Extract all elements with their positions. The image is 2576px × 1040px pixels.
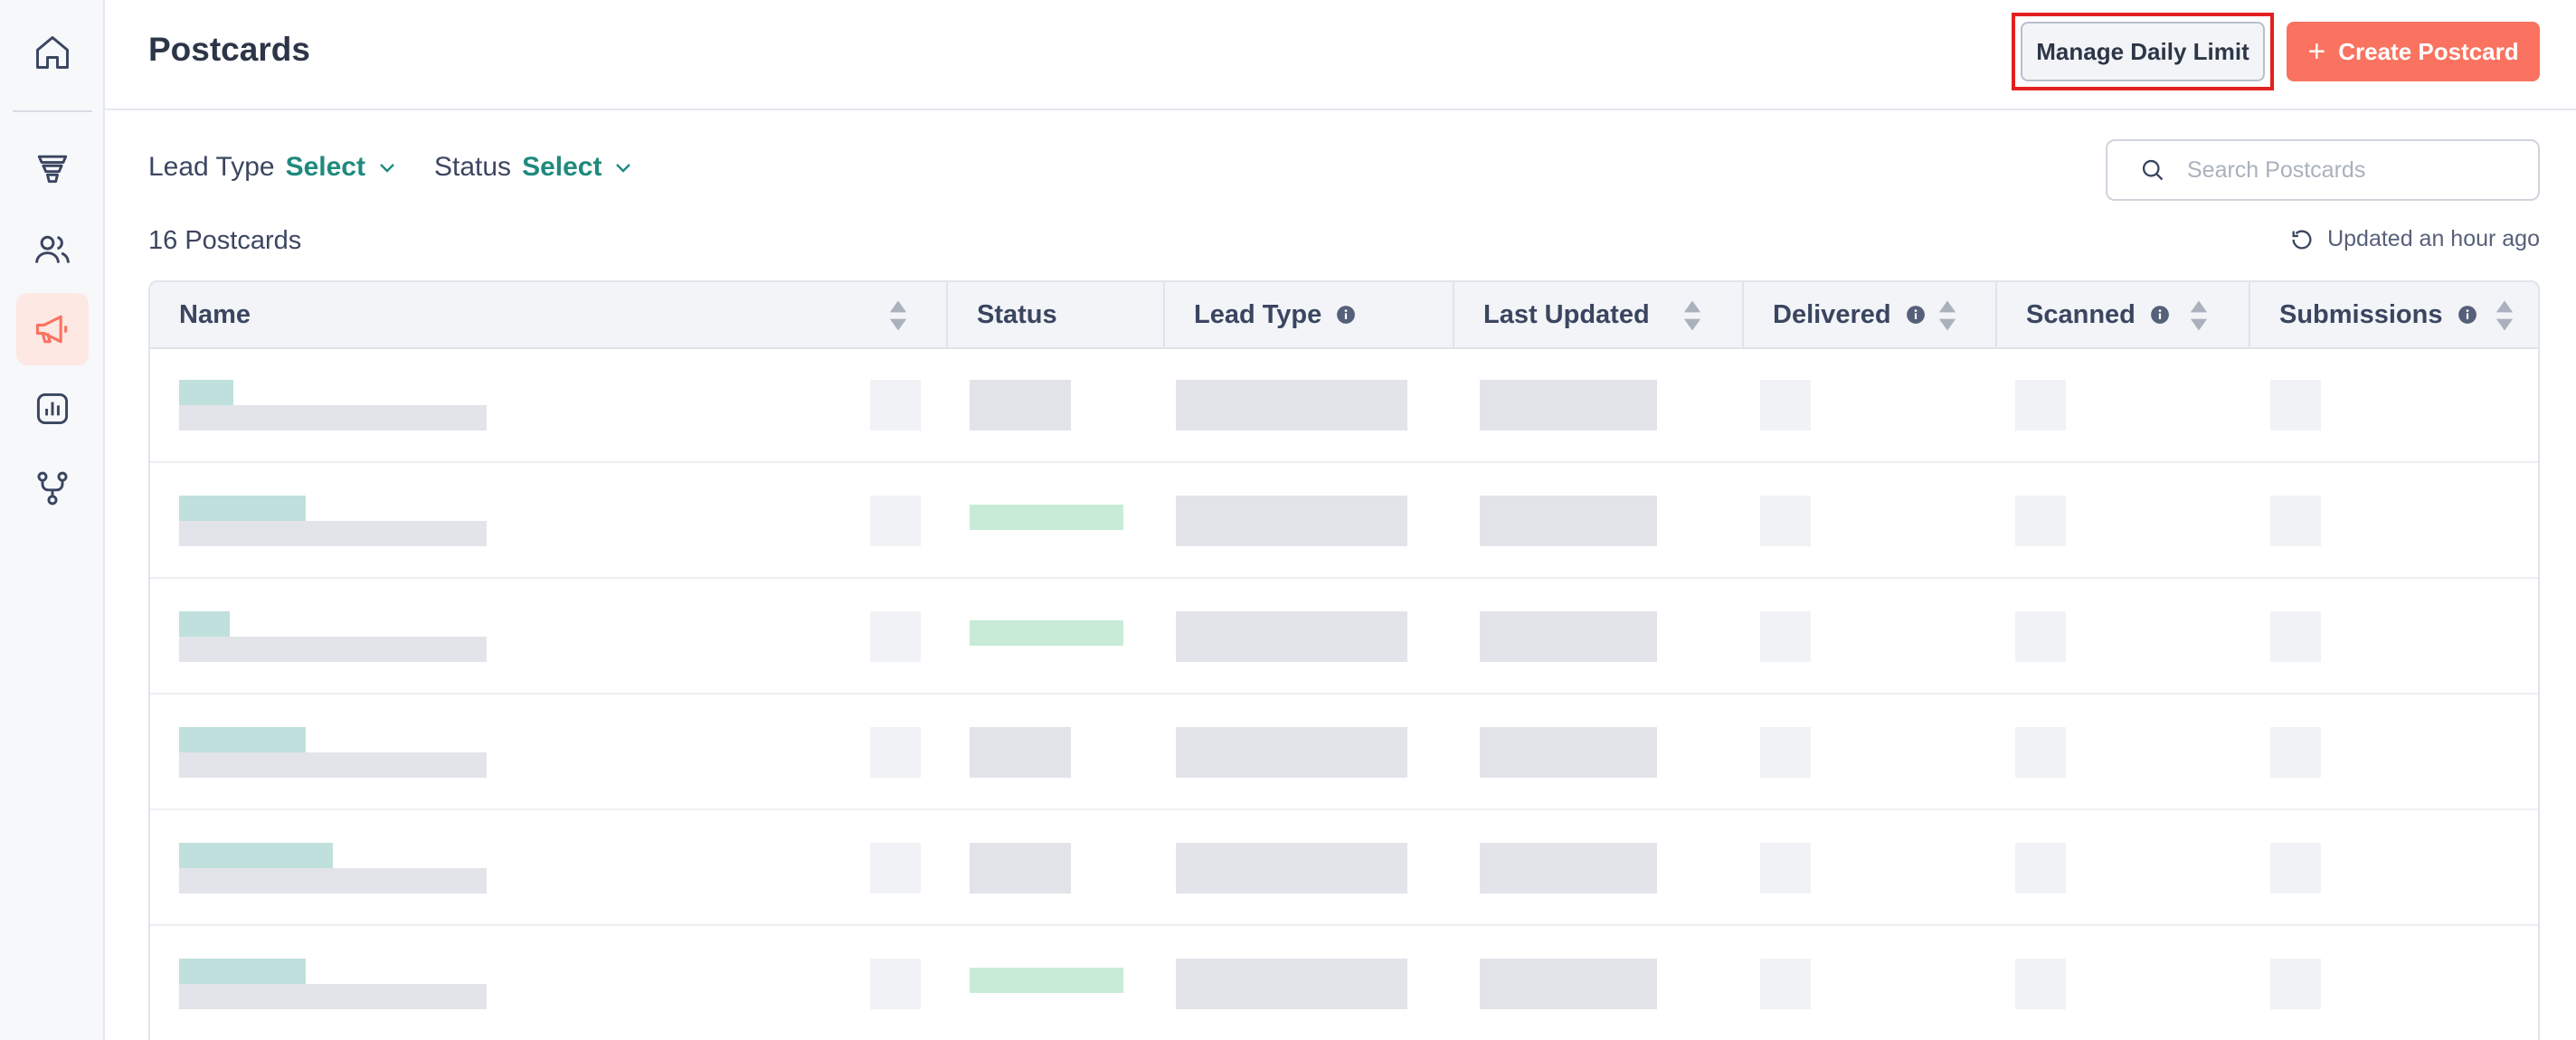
updated-text: Updated an hour ago <box>2327 226 2540 251</box>
page-title: Postcards <box>148 31 310 68</box>
table-row[interactable] <box>150 349 2538 463</box>
table-row[interactable] <box>150 812 2538 926</box>
funnel-icon <box>37 155 68 184</box>
search-input[interactable] <box>2187 156 2513 184</box>
create-postcard-label: Create Postcard <box>2338 37 2519 65</box>
info-icon[interactable] <box>1906 305 1926 325</box>
refresh-icon[interactable] <box>2289 227 2315 252</box>
search-icon <box>2142 159 2164 181</box>
status-filter-value: Select <box>522 152 602 182</box>
sidebar <box>0 0 105 1040</box>
sidebar-item-users[interactable] <box>16 213 89 286</box>
column-header-status[interactable]: Status <box>946 282 1163 347</box>
column-header-label: Name <box>179 299 251 329</box>
lead-type-filter-value: Select <box>285 152 365 182</box>
sort-icon[interactable] <box>2495 298 2514 333</box>
column-header-label: Lead Type <box>1194 299 1322 329</box>
table-row[interactable] <box>150 465 2538 579</box>
table-row[interactable] <box>150 696 2538 810</box>
sort-icon[interactable] <box>1682 298 1702 333</box>
analytics-icon <box>36 392 69 425</box>
postcard-count: 16 Postcards <box>148 226 302 255</box>
column-header-label: Delivered <box>1773 299 1891 329</box>
lead-type-filter[interactable]: Lead Type Select <box>148 152 398 183</box>
sidebar-item-campaigns[interactable] <box>16 293 89 365</box>
column-header-name[interactable]: Name <box>150 282 946 347</box>
sidebar-item-home[interactable] <box>16 16 89 89</box>
create-postcard-button[interactable]: + Create Postcard <box>2287 22 2540 81</box>
sidebar-item-analytics[interactable] <box>16 373 89 445</box>
sort-icon[interactable] <box>888 298 908 333</box>
sidebar-item-workflows[interactable] <box>16 452 89 525</box>
chevron-down-icon <box>380 164 394 173</box>
search-field[interactable] <box>2106 139 2540 201</box>
column-header-label: Status <box>977 299 1057 329</box>
sort-icon[interactable] <box>1937 298 1957 333</box>
workflow-icon <box>37 471 68 506</box>
info-icon[interactable] <box>2458 305 2477 325</box>
postcards-table: Name Status Lead Type Last Updated Deliv… <box>148 280 2540 1040</box>
status-filter-label: Status <box>434 152 512 182</box>
sort-icon[interactable] <box>2189 298 2209 333</box>
sidebar-item-funnel[interactable] <box>16 132 89 204</box>
status-filter[interactable]: Status Select <box>434 152 634 183</box>
updated-status[interactable]: Updated an hour ago <box>2289 226 2540 252</box>
info-icon[interactable] <box>2150 305 2170 325</box>
column-header-delivered[interactable]: Delivered <box>1742 282 1995 347</box>
lead-type-filter-label: Lead Type <box>148 152 275 182</box>
chevron-down-icon <box>616 164 631 173</box>
plus-icon: + <box>2307 34 2326 69</box>
column-header-label: Last Updated <box>1483 299 1650 329</box>
column-header-label: Scanned <box>2026 299 2136 329</box>
column-header-label: Submissions <box>2279 299 2443 329</box>
manage-daily-limit-button[interactable]: Manage Daily Limit <box>2021 22 2265 81</box>
home-icon <box>36 36 69 69</box>
table-row[interactable] <box>150 581 2538 695</box>
table-header: Name Status Lead Type Last Updated Deliv… <box>150 282 2538 349</box>
column-header-scanned[interactable]: Scanned <box>1995 282 2249 347</box>
info-icon[interactable] <box>1336 305 1356 325</box>
table-row[interactable] <box>150 928 2538 1040</box>
users-icon <box>35 235 70 263</box>
megaphone-icon <box>35 315 68 344</box>
sidebar-divider <box>13 110 92 112</box>
column-header-lead-type[interactable]: Lead Type <box>1163 282 1453 347</box>
